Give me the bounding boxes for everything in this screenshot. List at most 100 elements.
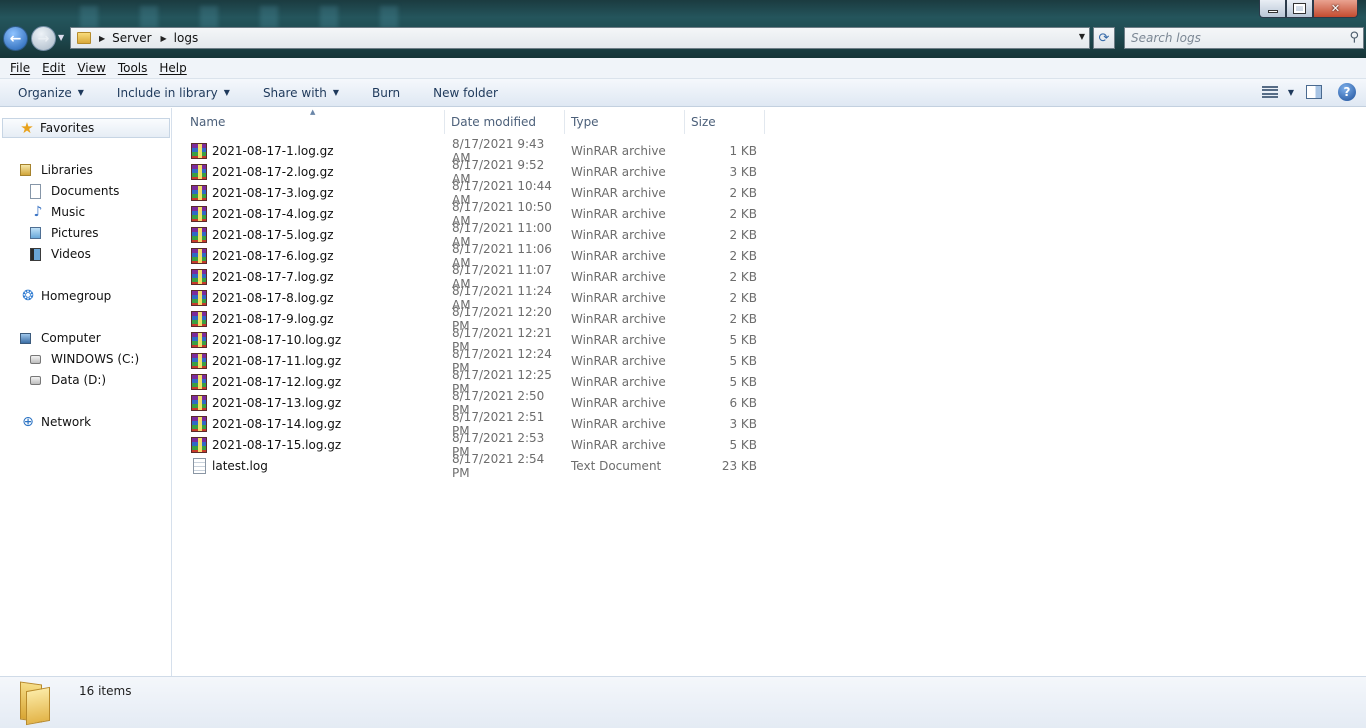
network-icon: ⊕	[22, 414, 34, 430]
file-name: 2021-08-17-7.log.gz	[212, 269, 334, 284]
column-header-type[interactable]: Type	[565, 110, 685, 134]
nav-windows-c-label: WINDOWS (C:)	[51, 352, 140, 366]
chevron-down-icon: ▼	[77, 88, 84, 97]
breadcrumb-chevron-icon[interactable]: ▶	[99, 34, 105, 43]
nav-homegroup[interactable]: ❂ Homegroup	[20, 286, 111, 306]
file-name-cell[interactable]: 2021-08-17-12.log.gz	[184, 373, 445, 390]
recent-pages-dropdown[interactable]: ▼	[58, 33, 64, 42]
file-name-cell[interactable]: 2021-08-17-15.log.gz	[184, 436, 445, 453]
pictures-icon	[30, 227, 41, 239]
winrar-icon	[191, 268, 207, 285]
nav-computer[interactable]: Computer	[20, 328, 101, 348]
nav-favorites[interactable]: ★ Favorites	[2, 118, 170, 138]
address-bar[interactable]: ▶ Server ▶ logs ▼	[70, 27, 1090, 49]
file-name-cell[interactable]: latest.log	[184, 457, 445, 474]
close-button[interactable]: ✕	[1313, 0, 1358, 18]
winrar-icon	[191, 373, 207, 390]
address-history-dropdown-icon[interactable]: ▼	[1079, 32, 1085, 41]
file-size: 5 KB	[729, 437, 757, 452]
nav-libraries-label: Libraries	[41, 163, 93, 177]
file-type: WinRAR archive	[571, 374, 666, 389]
nav-computer-label: Computer	[41, 331, 101, 345]
file-list: 2021-08-17-1.log.gz 8/17/2021 9:43 AM WinR…	[184, 137, 764, 480]
nav-documents[interactable]: Documents	[30, 181, 119, 201]
winrar-icon	[191, 163, 207, 180]
menu-tools[interactable]: Tools	[112, 61, 154, 75]
file-name: 2021-08-17-9.log.gz	[212, 311, 334, 326]
nav-network[interactable]: ⊕ Network	[20, 412, 91, 432]
file-name-cell[interactable]: 2021-08-17-6.log.gz	[184, 247, 445, 264]
breadcrumb-logs[interactable]: logs	[174, 31, 199, 45]
search-box[interactable]: ⚲	[1124, 27, 1364, 49]
minimize-button[interactable]	[1259, 0, 1286, 18]
nav-pictures-label: Pictures	[51, 226, 99, 240]
menu-edit[interactable]: Edit	[36, 61, 71, 75]
file-name-cell[interactable]: 2021-08-17-8.log.gz	[184, 289, 445, 306]
organize-button[interactable]: Organize ▼	[0, 86, 99, 100]
file-size: 3 KB	[729, 164, 757, 179]
file-name-cell[interactable]: 2021-08-17-10.log.gz	[184, 331, 445, 348]
nav-videos[interactable]: Videos	[30, 244, 91, 264]
file-type: WinRAR archive	[571, 269, 666, 284]
file-name-cell[interactable]: 2021-08-17-5.log.gz	[184, 226, 445, 243]
file-name: 2021-08-17-4.log.gz	[212, 206, 334, 221]
breadcrumb-chevron-icon[interactable]: ▶	[161, 34, 167, 43]
aero-glass-background	[80, 6, 420, 28]
file-size: 1 KB	[729, 143, 757, 158]
column-header-name[interactable]: ▲ Name	[184, 108, 445, 134]
view-options-dropdown-icon[interactable]: ▼	[1288, 88, 1294, 97]
file-name-cell[interactable]: 2021-08-17-11.log.gz	[184, 352, 445, 369]
nav-data-d-label: Data (D:)	[51, 373, 107, 387]
search-input[interactable]	[1131, 31, 1331, 45]
maximize-button[interactable]	[1286, 0, 1313, 18]
file-name-cell[interactable]: 2021-08-17-14.log.gz	[184, 415, 445, 432]
file-name-cell[interactable]: 2021-08-17-1.log.gz	[184, 142, 445, 159]
burn-button[interactable]: Burn	[354, 86, 415, 100]
nav-music[interactable]: ♪ Music	[30, 202, 86, 222]
breadcrumb-server[interactable]: Server	[112, 31, 151, 45]
chevron-down-icon: ▼	[332, 88, 339, 97]
file-list-header: ▲ Name Date modified Type Size	[184, 108, 765, 134]
change-view-icon[interactable]	[1261, 86, 1278, 98]
file-name-cell[interactable]: 2021-08-17-7.log.gz	[184, 268, 445, 285]
column-type-label: Type	[571, 115, 599, 129]
view-controls: ▼ ?	[1261, 83, 1356, 101]
share-with-button[interactable]: Share with ▼	[245, 86, 354, 100]
windows-drive-icon	[30, 354, 41, 364]
menu-file[interactable]: File	[4, 61, 36, 75]
file-size: 2 KB	[729, 290, 757, 305]
file-size: 6 KB	[729, 395, 757, 410]
menu-view[interactable]: View	[71, 61, 111, 75]
file-name: 2021-08-17-13.log.gz	[212, 395, 342, 410]
forward-button[interactable]: →	[31, 26, 56, 51]
file-name-cell[interactable]: 2021-08-17-9.log.gz	[184, 310, 445, 327]
nav-data-d[interactable]: Data (D:)	[30, 370, 106, 390]
file-row[interactable]: latest.log 8/17/2021 2:54 PM Text Document…	[184, 452, 764, 480]
menu-help[interactable]: Help	[153, 61, 192, 75]
nav-windows-c[interactable]: WINDOWS (C:)	[30, 349, 139, 369]
nav-pictures[interactable]: Pictures	[30, 223, 99, 243]
file-name-cell[interactable]: 2021-08-17-4.log.gz	[184, 205, 445, 222]
winrar-icon	[191, 289, 207, 306]
column-header-size[interactable]: Size	[685, 110, 765, 134]
nav-libraries[interactable]: Libraries	[20, 160, 93, 180]
file-size: 5 KB	[729, 353, 757, 368]
star-icon: ★	[20, 119, 34, 137]
include-in-library-button[interactable]: Include in library ▼	[99, 86, 245, 100]
documents-icon	[30, 183, 41, 199]
file-type: WinRAR archive	[571, 248, 666, 263]
preview-pane-icon[interactable]	[1306, 85, 1322, 99]
refresh-button[interactable]: ⟳	[1093, 27, 1115, 49]
text-file-icon	[193, 457, 206, 474]
window-chrome: ✕ ← → ▼ ▶ Server ▶ logs ▼ ⟳ ⚲	[0, 0, 1366, 58]
help-icon[interactable]: ?	[1338, 83, 1356, 101]
new-folder-button[interactable]: New folder	[415, 86, 513, 100]
file-size: 2 KB	[729, 185, 757, 200]
column-size-label: Size	[691, 115, 716, 129]
file-name-cell[interactable]: 2021-08-17-2.log.gz	[184, 163, 445, 180]
search-icon[interactable]: ⚲	[1349, 30, 1359, 45]
back-button[interactable]: ←	[3, 26, 28, 51]
file-name-cell[interactable]: 2021-08-17-3.log.gz	[184, 184, 445, 201]
column-header-date-modified[interactable]: Date modified	[445, 110, 565, 134]
file-name-cell[interactable]: 2021-08-17-13.log.gz	[184, 394, 445, 411]
